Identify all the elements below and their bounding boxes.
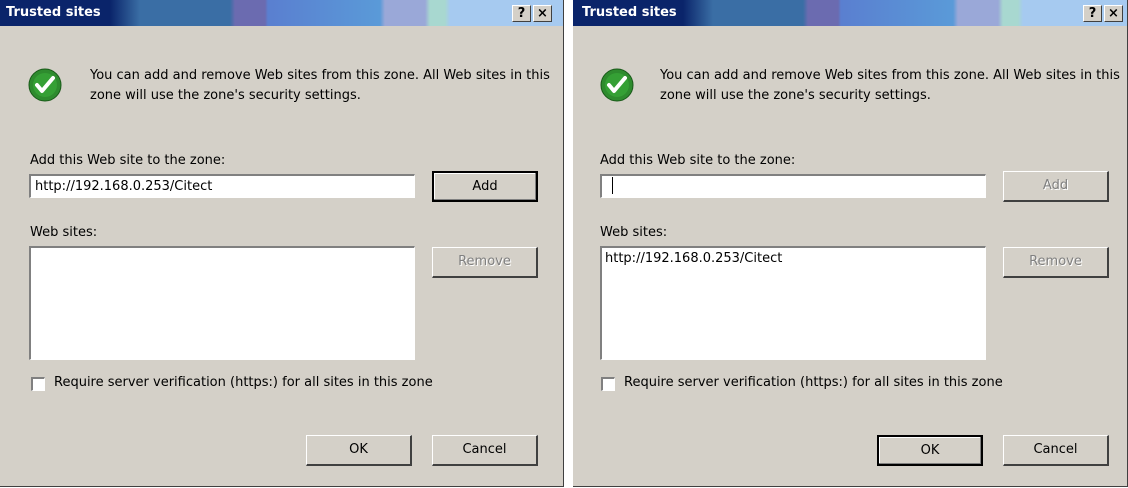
title-bar[interactable]: Trusted sites ? × (0, 0, 563, 26)
zone-info-text: You can add and remove Web sites from th… (90, 68, 550, 103)
text-caret (612, 177, 613, 194)
require-https-label: Require server verification (https:) for… (624, 375, 1003, 390)
dialog-title: Trusted sites (582, 5, 677, 20)
trusted-sites-dialog-1: Trusted sites ? × You can add and remove… (0, 0, 564, 487)
add-button[interactable]: Add (1003, 171, 1109, 202)
require-https-label: Require server verification (https:) for… (54, 375, 433, 390)
cancel-button[interactable]: Cancel (1003, 435, 1109, 466)
add-site-label: Add this Web site to the zone: (30, 153, 226, 168)
websites-label: Web sites: (30, 225, 98, 240)
add-site-input[interactable]: http://192.168.0.253/Citect (29, 174, 415, 198)
green-checkmark-icon (600, 68, 634, 102)
green-checkmark-icon (28, 68, 62, 102)
require-https-checkbox[interactable] (601, 377, 615, 391)
close-button[interactable]: × (1104, 5, 1123, 22)
help-button[interactable]: ? (512, 5, 531, 22)
require-https-checkbox[interactable] (31, 377, 45, 391)
ok-button[interactable]: OK (306, 435, 412, 466)
cancel-button[interactable]: Cancel (432, 435, 538, 466)
remove-button[interactable]: Remove (1003, 247, 1109, 278)
websites-list-item[interactable]: http://192.168.0.253/Citect (605, 250, 982, 268)
title-bar[interactable]: Trusted sites ? × (573, 0, 1127, 26)
help-button[interactable]: ? (1083, 5, 1102, 22)
ok-button[interactable]: OK (877, 435, 983, 466)
add-button[interactable]: Add (432, 171, 538, 202)
websites-label: Web sites: (600, 225, 668, 240)
add-site-input[interactable] (600, 174, 986, 198)
dialog-title: Trusted sites (6, 5, 101, 20)
zone-info-text: You can add and remove Web sites from th… (660, 68, 1120, 103)
close-button[interactable]: × (533, 5, 552, 22)
trusted-sites-dialog-2: Trusted sites ? × You can add and remove… (573, 0, 1128, 487)
remove-button[interactable]: Remove (432, 247, 538, 278)
add-site-label: Add this Web site to the zone: (600, 153, 796, 168)
websites-list[interactable] (29, 246, 415, 360)
websites-list[interactable]: http://192.168.0.253/Citect (600, 246, 986, 360)
